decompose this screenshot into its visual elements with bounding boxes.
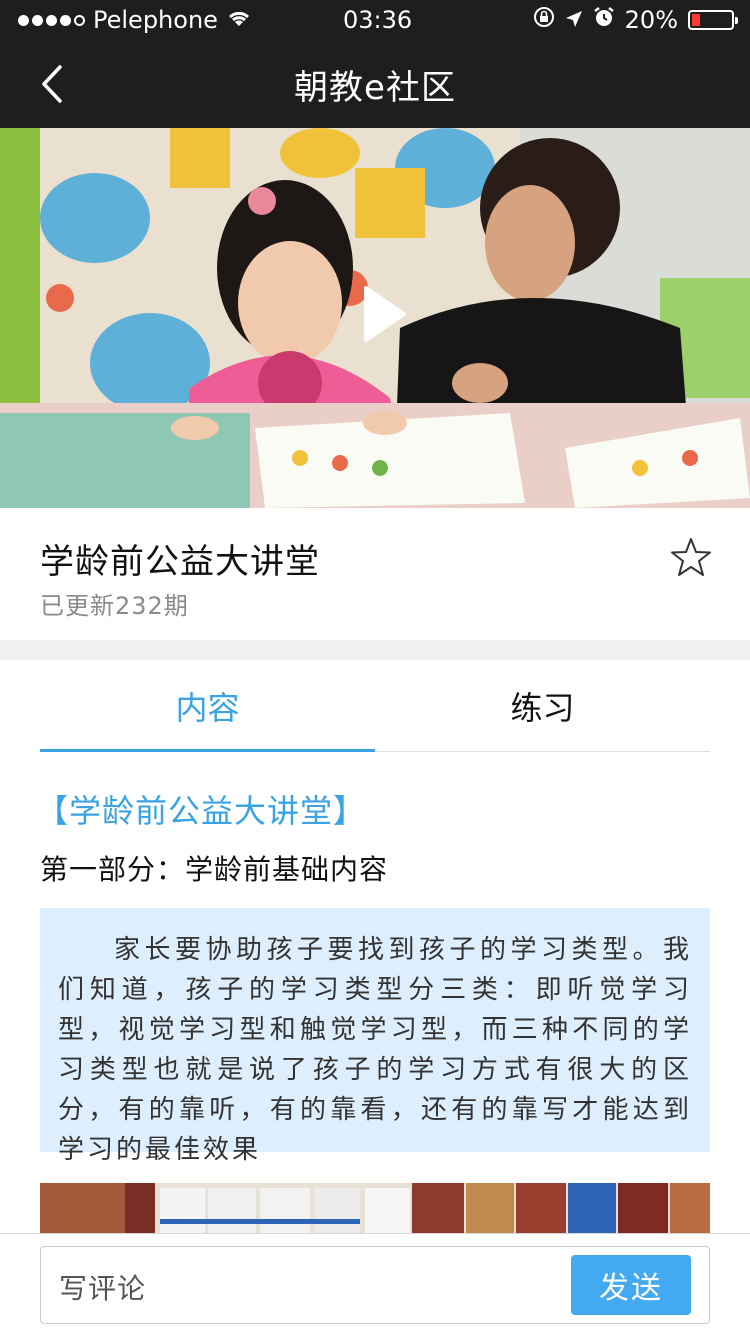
quote-box: 家长要协助孩子要找到孩子的学习类型。我们知道，孩子的学习类型分三类：即听觉学习型…	[40, 908, 710, 1165]
content-section-title: 第一部分：学龄前基础内容	[40, 853, 389, 886]
status-time: 03:36	[343, 6, 413, 34]
rotation-lock-icon	[533, 6, 555, 34]
favorite-button[interactable]	[670, 536, 712, 578]
course-info: 学龄前公益大讲堂 已更新232期	[0, 508, 750, 640]
course-title: 学龄前公益大讲堂	[40, 542, 320, 582]
tab-practice[interactable]: 练习	[375, 660, 710, 751]
quote-text: 家长要协助孩子要找到孩子的学习类型。我们知道，孩子的学习类型分三类：即听觉学习型…	[58, 935, 692, 1165]
wifi-icon	[226, 6, 252, 34]
content-heading: 【学龄前公益大讲堂】	[36, 792, 367, 830]
battery-percent: 20%	[624, 6, 678, 34]
section-divider	[0, 640, 750, 660]
tab-bar: 内容 练习	[40, 660, 710, 752]
page-title: 朝教e社区	[294, 67, 456, 108]
location-arrow-icon	[565, 6, 583, 34]
chevron-left-icon	[42, 65, 62, 103]
carrier-name: Pelephone	[93, 6, 218, 34]
comment-input[interactable]: 写评论 发送	[40, 1246, 710, 1324]
comment-bar: 写评论 发送	[0, 1233, 750, 1334]
alarm-icon	[593, 6, 615, 34]
signal-strength-icon	[18, 14, 85, 26]
play-button[interactable]	[360, 284, 420, 354]
battery-icon	[688, 10, 738, 30]
navigation-bar: 朝教e社区	[0, 40, 750, 128]
back-button[interactable]	[30, 60, 74, 108]
status-right: 20%	[533, 6, 738, 34]
send-button[interactable]: 发送	[571, 1255, 691, 1315]
status-bar: Pelephone 03:36 20%	[0, 0, 750, 40]
books-image	[40, 1183, 710, 1233]
tab-content[interactable]: 内容	[40, 660, 375, 752]
status-left: Pelephone	[18, 6, 252, 34]
course-update-count: 已更新232期	[40, 592, 189, 620]
play-icon	[364, 286, 406, 342]
video-player[interactable]	[0, 128, 750, 508]
comment-placeholder: 写评论	[59, 1272, 147, 1305]
star-outline-icon	[671, 538, 711, 576]
